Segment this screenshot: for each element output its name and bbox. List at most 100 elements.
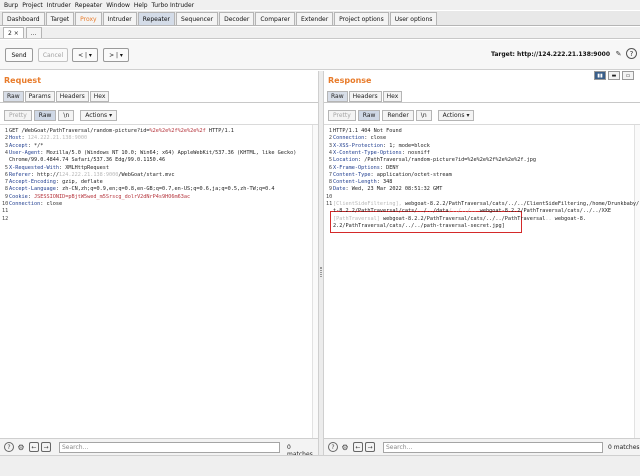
line-segment: webgoat-8.2.2/PathTraversal/cats/../../X… <box>476 208 611 215</box>
line-segment: t-8.2.2/PathTraversal/cats/../../data <box>333 208 449 215</box>
cancel-button[interactable]: Cancel <box>38 48 68 62</box>
tab-target[interactable]: Target <box>45 12 75 25</box>
back-button[interactable]: < | ▾ <box>72 48 98 62</box>
editor-line: 12 <box>0 216 318 223</box>
response-tab-raw[interactable]: Raw <box>327 91 348 102</box>
tab-project-options[interactable]: Project options <box>334 12 389 25</box>
line-segment: : */* <box>27 142 44 149</box>
request-search-input[interactable]: Search... <box>59 442 280 453</box>
repeater-tabs: 2 × ... <box>0 27 640 39</box>
tab-extender[interactable]: Extender <box>296 12 334 25</box>
request-actions-button[interactable]: Actions ▾ <box>80 109 118 121</box>
menu-help[interactable]: Help <box>132 2 150 9</box>
settings-icon[interactable]: ⚙ <box>16 442 26 452</box>
layout-top-bottom-icon[interactable]: ▬ <box>608 71 620 80</box>
line-segment: [ClientSideFiltering], <box>333 201 402 207</box>
editor-line: 3 Accept: */* <box>0 143 318 150</box>
editor-line: 10 <box>324 194 640 201</box>
help-icon[interactable]: ? <box>328 442 338 452</box>
help-icon[interactable]: ? <box>4 442 14 452</box>
repeater-toolbar: Send Cancel < | ▾ > | ▾ Target: http://1… <box>0 40 640 70</box>
line-segment: webgoat-8.2.2/PathTraversal/cats/../../C… <box>401 201 640 207</box>
line-segment: Content-Length <box>333 179 377 186</box>
response-actions-button[interactable]: Actions ▾ <box>437 109 475 121</box>
menu-turbo-intruder[interactable]: Turbo Intruder <box>150 2 197 9</box>
response-search-input[interactable]: Search... <box>383 442 603 453</box>
back-arrow-icon[interactable]: ← <box>353 442 363 452</box>
editor-line: 5 Location: /PathTraversal/random-picture… <box>324 157 640 164</box>
request-view-pretty[interactable]: Pretty <box>4 109 32 121</box>
tab-request-2[interactable]: 2 × <box>3 27 24 38</box>
editor-line: 8 Content-Length: 348 <box>324 179 640 186</box>
response-editor[interactable]: 1 HTTP/1.1 404 Not Found 2 Connection: clos… <box>324 124 640 438</box>
line-segment: Connection <box>333 135 365 142</box>
new-tab-button[interactable]: ... <box>25 27 42 38</box>
menu-repeater[interactable]: Repeater <box>73 2 104 9</box>
line-segment: Connection <box>9 201 41 207</box>
menu-intruder[interactable]: Intruder <box>45 2 73 9</box>
response-match-count: 0 matches <box>608 444 640 451</box>
tab-decoder[interactable]: Decoder <box>219 12 255 25</box>
tab-proxy[interactable]: Proxy <box>75 12 102 25</box>
help-icon[interactable]: ? <box>626 48 637 59</box>
line-text: Connection: close <box>9 201 62 208</box>
line-text: Referer: http://124.222.21.138:9000/WebG… <box>9 172 175 179</box>
editor-line: 2 Connection: close <box>324 135 640 142</box>
forward-arrow-icon[interactable]: → <box>41 442 51 452</box>
menu-burp[interactable]: Burp <box>2 2 20 9</box>
request-editor[interactable]: 1 GET /WebGoat/PathTraversal/random-pictu… <box>0 124 318 438</box>
newline-toggle[interactable]: \n <box>58 109 75 121</box>
layout-tabs-icon[interactable]: ▭ <box>622 71 634 80</box>
request-tabs: Raw Params Headers Hex <box>3 91 110 102</box>
line-segment: webgoat-8. <box>551 215 586 222</box>
menu-project[interactable]: Project <box>20 2 45 9</box>
request-tab-raw[interactable]: Raw <box>3 91 24 102</box>
tab-user-options[interactable]: User options <box>389 12 438 25</box>
request-tab-headers[interactable]: Headers <box>55 91 89 102</box>
send-button[interactable]: Send <box>5 48 33 62</box>
tab-dashboard[interactable]: Dashboard <box>2 12 45 25</box>
request-tab-params[interactable]: Params <box>24 91 55 102</box>
line-segment: : 348 <box>376 179 393 186</box>
editor-line: 9 Date: Wed, 23 Mar 2022 08:51:32 GMT <box>324 186 640 193</box>
line-text: t-8.2.2/PathTraversal/cats/../../data/..… <box>333 208 611 215</box>
response-view-raw[interactable]: Raw <box>357 109 381 121</box>
line-segment: Date <box>333 186 346 193</box>
settings-icon[interactable]: ⚙ <box>340 442 350 452</box>
request-view-raw[interactable]: Raw <box>33 109 57 121</box>
pencil-icon[interactable]: ✎ <box>613 48 624 59</box>
response-view-pretty[interactable]: Pretty <box>328 109 356 121</box>
line-number: 5 <box>328 157 332 164</box>
line-segment: : XMLHttpRequest <box>58 164 109 171</box>
line-text: X-XSS-Protection: 1; mode=block <box>333 143 430 150</box>
tab-comparer[interactable]: Comparer <box>255 12 296 25</box>
forward-arrow-icon[interactable]: → <box>365 442 375 452</box>
response-tab-hex[interactable]: Hex <box>382 91 403 102</box>
response-view-bar: Pretty Raw Render \n Actions ▾ <box>328 109 475 121</box>
forward-button[interactable]: > | ▾ <box>103 48 129 62</box>
layout-side-by-side-icon[interactable]: ▮▮ <box>594 71 606 80</box>
line-segment: 124.222.21.138:9000 <box>27 135 88 142</box>
tab-intruder[interactable]: Intruder <box>102 12 137 25</box>
editor-line: Chrome/99.0.4844.74 Safari/537.36 Edg/99… <box>0 157 318 164</box>
line-segment: : nosniff <box>401 149 430 156</box>
tab-repeater[interactable]: Repeater <box>137 12 176 25</box>
line-number: 3 <box>4 142 8 149</box>
line-text: Content-Type: application/octet-stream <box>333 172 452 179</box>
editor-line: 8 Accept-Language: zh-CN,zh;q=0.9,en;q=0.… <box>0 186 318 193</box>
newline-toggle[interactable]: \n <box>415 109 432 121</box>
line-segment: GET /WebGoat/PathTraversal/random-pictur… <box>9 128 150 134</box>
line-text: Connection: close <box>333 135 386 142</box>
response-view-render[interactable]: Render <box>382 109 414 121</box>
line-segment: : gzip, deflate <box>55 179 103 186</box>
line-segment: Accept-Encoding <box>9 179 56 186</box>
tab-sequencer[interactable]: Sequencer <box>176 12 219 25</box>
response-tab-headers[interactable]: Headers <box>348 91 382 102</box>
line-number: 4 <box>328 149 332 156</box>
editor-line: t-8.2.2/PathTraversal/cats/../../data/..… <box>324 208 640 215</box>
request-tab-hex[interactable]: Hex <box>89 91 110 102</box>
status-bar <box>0 455 640 476</box>
back-arrow-icon[interactable]: ← <box>29 442 39 452</box>
menu-window[interactable]: Window <box>104 2 132 9</box>
line-text: GET /WebGoat/PathTraversal/random-pictur… <box>9 128 234 135</box>
